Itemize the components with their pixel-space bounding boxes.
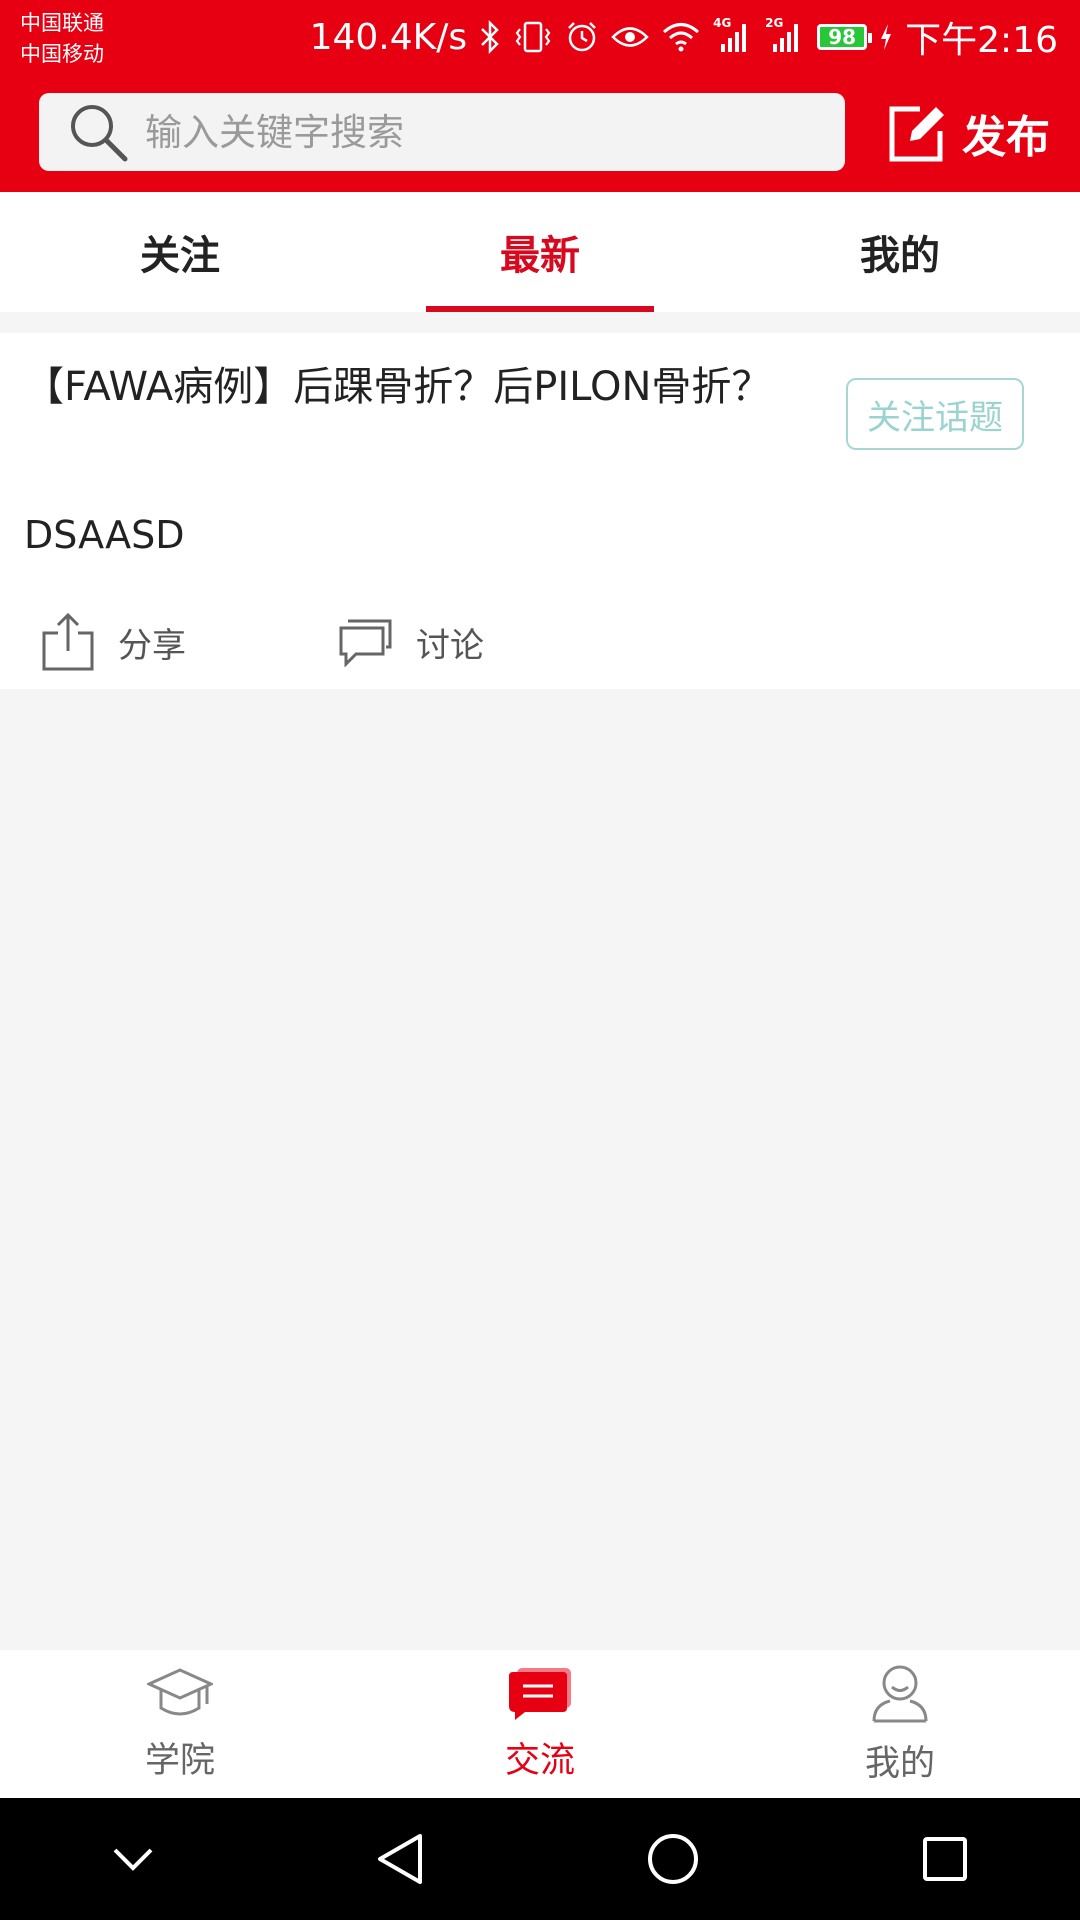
carrier-2: 中国移动	[20, 42, 104, 66]
signal-2g-icon: 2G	[765, 16, 805, 54]
clock: 下午2:16	[905, 20, 1058, 61]
status-bar: 中国联通 中国移动 140.4K/s 4G 2G 98 下午2:16	[0, 0, 1080, 82]
post-title[interactable]: 【FAWA病例】后踝骨折？后PILON骨折？	[24, 361, 794, 413]
signal-4g-label: 4G	[713, 16, 732, 30]
home-circle-icon	[646, 1832, 700, 1886]
follow-topic-button[interactable]: 关注话题	[846, 378, 1024, 450]
carrier-1: 中国联通	[20, 11, 104, 35]
eye-icon	[611, 22, 649, 52]
status-icons: 140.4K/s 4G 2G 98 下午2:16	[310, 0, 1058, 74]
edit-icon	[886, 103, 946, 163]
discuss-icon	[338, 617, 394, 667]
bottom-nav: 学院 交流 我的	[0, 1650, 1080, 1798]
nav-academy[interactable]: 学院	[0, 1650, 360, 1798]
net-speed: 140.4K/s	[309, 16, 468, 58]
user-icon	[870, 1663, 930, 1725]
nav-mine[interactable]: 我的	[720, 1650, 1080, 1798]
carrier-info: 中国联通 中国移动	[20, 8, 104, 70]
post-actions: 分享 讨论	[40, 611, 636, 673]
signal-2g-label: 2G	[765, 16, 784, 30]
alarm-icon	[565, 20, 599, 54]
share-label: 分享	[118, 625, 186, 666]
post-body: DSAASD	[24, 513, 185, 557]
nav-mine-label: 我的	[864, 1743, 935, 1784]
system-nav-bar	[0, 1798, 1080, 1920]
back-button[interactable]	[376, 1832, 424, 1886]
nav-exchange-label: 交流	[504, 1740, 575, 1781]
share-icon	[40, 611, 96, 673]
tab-mine[interactable]: 我的	[720, 192, 1080, 312]
search-icon	[67, 101, 129, 163]
battery-level: 98	[828, 25, 857, 49]
recents-square-icon	[921, 1835, 969, 1883]
chat-icon	[507, 1666, 573, 1722]
nav-exchange[interactable]: 交流	[360, 1650, 720, 1798]
graduation-cap-icon	[147, 1666, 213, 1722]
bluetooth-icon	[479, 20, 501, 54]
post-card[interactable]: 【FAWA病例】后踝骨折？后PILON骨折？ 关注话题 DSAASD 分享 讨论	[0, 333, 1080, 689]
search-box[interactable]	[39, 93, 845, 171]
publish-label: 发布	[962, 112, 1050, 163]
hide-nav-button[interactable]	[111, 1844, 155, 1874]
tab-latest[interactable]: 最新	[360, 192, 720, 312]
discuss-button[interactable]: 讨论	[338, 611, 636, 673]
charging-icon	[879, 22, 893, 52]
back-triangle-icon	[376, 1832, 424, 1886]
tab-bar: 关注 最新 我的	[0, 192, 1080, 312]
recents-button[interactable]	[921, 1835, 969, 1883]
tab-following[interactable]: 关注	[0, 192, 360, 312]
wifi-icon	[661, 21, 701, 53]
discuss-label: 讨论	[416, 625, 484, 666]
home-button[interactable]	[646, 1832, 700, 1886]
header: 发布	[0, 82, 1080, 192]
vibrate-icon	[513, 20, 553, 54]
battery-icon: 98	[817, 24, 873, 50]
share-button[interactable]: 分享	[40, 611, 338, 673]
signal-4g-icon: 4G	[713, 16, 753, 54]
nav-academy-label: 学院	[144, 1740, 215, 1781]
chevron-down-icon	[111, 1844, 155, 1874]
search-input[interactable]	[143, 109, 787, 155]
publish-button[interactable]: 发布	[886, 100, 1050, 166]
